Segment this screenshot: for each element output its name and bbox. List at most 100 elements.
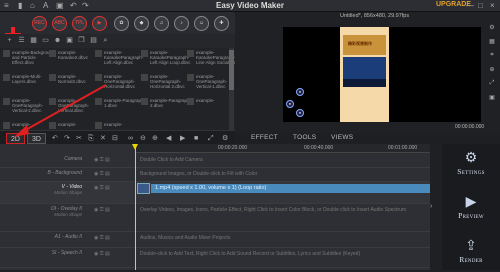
- cube-icon[interactable]: ❒: [76, 36, 87, 46]
- preview-button[interactable]: ▶ Preview: [442, 190, 500, 228]
- handle-node[interactable]: ●: [296, 88, 304, 96]
- track-hint: Audios, Musics and Audio Mixer Projects: [140, 235, 231, 241]
- fit-icon[interactable]: ⤢: [488, 80, 496, 87]
- export-icon: ⇪: [465, 237, 477, 253]
- template-button[interactable]: TPL: [72, 16, 87, 31]
- timeline-track[interactable]: A1 - Audio II ◉ ⚿ ▤ Audios, Musics and Aud…: [0, 232, 430, 248]
- undo-icon[interactable]: ↶: [52, 133, 58, 144]
- handle-node[interactable]: ●: [296, 109, 304, 117]
- settings-icon[interactable]: ⚙: [222, 133, 228, 144]
- folder-icon[interactable]: ▭: [40, 36, 51, 46]
- timeline-track[interactable]: OI - Overlay II Motion Shape ◉ ⚿ ▤ Overlay …: [0, 204, 430, 232]
- grid-icon[interactable]: ▦: [488, 38, 496, 45]
- settings-button[interactable]: ⚙ Settings: [442, 146, 500, 184]
- add-icon[interactable]: +: [4, 36, 15, 46]
- track-sub: Motion Shape: [54, 190, 82, 195]
- maximize-icon[interactable]: □: [478, 0, 483, 11]
- time-ruler[interactable]: 00:00:20.000 00:00:40.000 00:01:00.000: [136, 144, 430, 153]
- delete-icon[interactable]: ✕: [100, 133, 106, 144]
- poster-ground: [343, 79, 386, 87]
- snapshot-icon[interactable]: ▣: [488, 94, 496, 101]
- cut-icon[interactable]: ✂: [76, 133, 82, 144]
- timeline-track[interactable]: SI - Speech II ◉ ⚿ ▤ Double-click to Add T…: [0, 248, 430, 268]
- track-hint: Double Click to Add Camera: [140, 157, 203, 163]
- tab-effect[interactable]: EFFECT: [251, 134, 278, 141]
- sticker-button[interactable]: ☺: [194, 16, 209, 31]
- track-sub: Motion Shape: [54, 212, 82, 217]
- stop-icon[interactable]: ■: [194, 133, 198, 144]
- prev-frame-icon[interactable]: ◀: [166, 133, 171, 144]
- library-item[interactable]: example-: [95, 122, 148, 130]
- minimize-icon[interactable]: —: [466, 0, 474, 11]
- track-name: Camera: [64, 156, 82, 162]
- title-bar: ≡ ▮ ⌂ A ▣ ↶ ↷ Easy Video Maker UPGRADE —…: [0, 0, 500, 12]
- user-icon[interactable]: ☻: [52, 36, 63, 46]
- handle-node[interactable]: ●: [286, 100, 294, 108]
- zoom-icon[interactable]: ⊕: [488, 66, 496, 73]
- timeline-track[interactable]: B - Background ◉ ⚿ ▤ Background Images, or…: [0, 168, 430, 182]
- project-library: example-Background and Particle Effect.d…: [0, 48, 235, 130]
- effects-button[interactable]: ✿: [114, 16, 129, 31]
- track-label: SI - Speech II: [0, 248, 92, 267]
- track-controls[interactable]: ◉ ⚿ ▤: [94, 157, 130, 165]
- track-hint: Overlay Videos, Images, Icons, Particle …: [140, 207, 407, 213]
- track-name: A1 - Audio II: [54, 234, 82, 240]
- grid-icon[interactable]: ▦: [28, 36, 39, 46]
- clip-thumbnail[interactable]: [137, 183, 150, 194]
- track-controls[interactable]: ◉ ⚿ ▤: [94, 207, 130, 215]
- settings-icon[interactable]: ⚙: [488, 24, 496, 31]
- library-scrollbar[interactable]: [229, 48, 234, 130]
- track-controls[interactable]: ◉ ⚿ ▤: [94, 235, 130, 243]
- zoom-out-icon[interactable]: ⊖: [140, 133, 146, 144]
- timeline-track[interactable]: V - Video Motion Shape ◉ ⚿ ▤ 1.mp4 (speed x…: [0, 182, 430, 204]
- play-icon: ▶: [465, 193, 477, 209]
- settings-label: Settings: [457, 167, 485, 176]
- preview-tools: ⚙ ▦ ⌗ ⊕ ⤢ ▣: [484, 22, 498, 122]
- poster-scene: [343, 57, 386, 79]
- video-button[interactable]: ▶: [92, 16, 107, 31]
- track-label: Camera: [0, 154, 92, 167]
- mode-bar: 2D 3D ↶ ↷ ✂ ⎘ ✕ ⊟ ∞ ⊖ ⊕ ◀ ▶ ■ ⤢ ⚙: [0, 130, 235, 144]
- render-button[interactable]: ⇪ Render: [442, 234, 500, 272]
- zoom-in-icon[interactable]: ⊕: [152, 133, 158, 144]
- 3d-mode-button[interactable]: 3D: [27, 133, 46, 144]
- link-icon[interactable]: ∞: [128, 133, 133, 144]
- fullscreen-icon[interactable]: ⤢: [208, 133, 214, 144]
- track-label: B - Background: [0, 168, 92, 181]
- video-clip[interactable]: 1.mp4 (speed x 1.00, volume x 1) (Loop r…: [151, 184, 430, 193]
- search-icon[interactable]: ⌕: [100, 36, 111, 46]
- ruler-mark: 00:00:40.000: [304, 145, 334, 151]
- track-name: V - Video: [61, 184, 82, 190]
- track-controls[interactable]: ◉ ⚿ ▤: [94, 171, 130, 179]
- expand-arrow-icon[interactable]: ›: [430, 203, 432, 210]
- tab-views[interactable]: VIEWS: [331, 134, 353, 141]
- gear-icon: ⚙: [464, 149, 478, 165]
- list-icon[interactable]: ☰: [16, 36, 27, 46]
- track-controls[interactable]: ◉ ⚿ ▤: [94, 251, 130, 259]
- track-label: V - Video Motion Shape: [0, 182, 92, 203]
- playhead[interactable]: [132, 144, 138, 270]
- crop-icon[interactable]: ⌗: [488, 52, 496, 59]
- film-icon[interactable]: ▤: [88, 36, 99, 46]
- more-button[interactable]: ✚: [214, 16, 229, 31]
- main-toolbar: REC ABC TPL ▶ ✿ ◆ ♫ ♪ ☺ ✚: [0, 12, 235, 43]
- track-controls[interactable]: ◉ ⚿ ▤: [94, 185, 130, 193]
- mic-button[interactable]: ♪: [174, 16, 189, 31]
- copy-icon[interactable]: ⎘: [88, 133, 94, 144]
- preview-frame[interactable]: 精彩视频制作: [340, 27, 389, 122]
- track-name: OI - Overlay II: [50, 206, 82, 212]
- track-label: OI - Overlay II Motion Shape: [0, 204, 92, 231]
- record-button[interactable]: REC: [32, 16, 47, 31]
- music-button[interactable]: ♫: [154, 16, 169, 31]
- text-button[interactable]: ABC: [52, 16, 67, 31]
- shape-button[interactable]: ◆: [134, 16, 149, 31]
- split-icon[interactable]: ⊟: [112, 133, 118, 144]
- image-icon[interactable]: ▣: [64, 36, 75, 46]
- 2d-mode-button[interactable]: 2D: [6, 133, 25, 144]
- timeline-track[interactable]: Camera ◉ ⚿ ▤ Double Click to Add Camera: [0, 154, 430, 168]
- play-icon[interactable]: ▶: [180, 133, 185, 144]
- tab-tools[interactable]: TOOLS: [293, 134, 316, 141]
- redo-icon[interactable]: ↷: [64, 133, 70, 144]
- poster-title: 精彩视频制作: [348, 41, 372, 46]
- close-icon[interactable]: ×: [490, 0, 495, 11]
